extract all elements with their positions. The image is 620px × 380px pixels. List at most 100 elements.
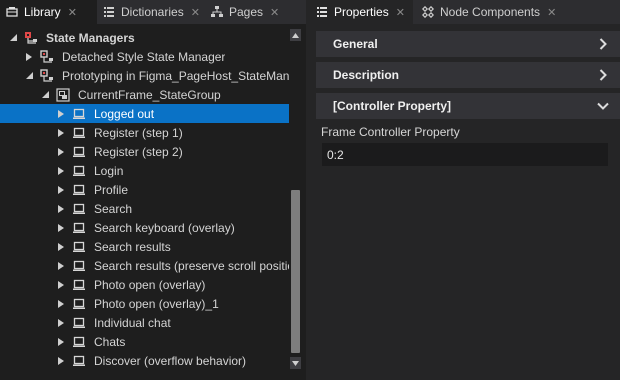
properties-panel: Properties ✕ Node Components ✕ General D… <box>310 0 620 380</box>
expand-arrow-collapsed-icon[interactable] <box>56 237 66 256</box>
expand-arrow-collapsed-icon[interactable] <box>24 47 34 66</box>
tree-item-label: Search results <box>94 239 171 254</box>
tree-item[interactable]: Logged out <box>0 104 289 123</box>
tree-item-label: Search <box>94 201 133 216</box>
scroll-up-icon[interactable] <box>290 29 301 41</box>
expand-arrow-collapsed-icon[interactable] <box>56 123 66 142</box>
components-icon <box>422 6 434 18</box>
section-description-label: Description <box>333 68 400 82</box>
tab-pages[interactable]: Pages ✕ <box>205 0 290 24</box>
tree-item[interactable]: Search keyboard (overlay) <box>0 218 289 237</box>
tree-item-label: CurrentFrame_StateGroup <box>78 87 221 102</box>
state-icon <box>72 123 86 142</box>
tree-item[interactable]: CurrentFrame_StateGroup <box>0 85 289 104</box>
close-icon[interactable]: ✕ <box>191 6 200 19</box>
close-icon[interactable]: ✕ <box>547 6 556 19</box>
expand-arrow-collapsed-icon[interactable] <box>56 180 66 199</box>
frame-controller-property-label: Frame Controller Property <box>321 125 460 139</box>
state-icon <box>72 294 86 313</box>
frame-controller-property-field[interactable]: 0:2 <box>322 143 608 166</box>
close-icon[interactable]: ✕ <box>396 6 405 19</box>
expand-arrow-collapsed-icon[interactable] <box>56 275 66 294</box>
chevron-right-icon <box>599 38 607 50</box>
tab-dictionaries[interactable]: Dictionaries ✕ <box>97 0 205 24</box>
expand-arrow-expanded-icon[interactable] <box>40 85 50 104</box>
sitemap-icon <box>211 6 223 18</box>
tree-item-label: Login <box>94 163 124 178</box>
state-icon <box>72 199 86 218</box>
section-controller-property-label: [Controller Property] <box>333 99 452 113</box>
tab-pages-label: Pages <box>229 5 264 19</box>
close-icon[interactable]: ✕ <box>68 6 77 19</box>
close-icon[interactable]: ✕ <box>270 6 279 19</box>
tab-library[interactable]: Library ✕ <box>0 0 97 24</box>
state-group-icon <box>56 85 70 104</box>
expand-arrow-expanded-icon[interactable] <box>24 66 34 85</box>
tree-item[interactable]: Prototyping in Figma_PageHost_StateManag… <box>0 66 289 85</box>
list-icon <box>103 6 115 18</box>
library-tree: State Managers Detached Style State Manag… <box>0 28 289 372</box>
expand-arrow-collapsed-icon[interactable] <box>56 351 66 370</box>
library-icon <box>6 6 18 18</box>
tree-item-label: Photo open (overlay)_1 <box>94 296 219 311</box>
expand-arrow-collapsed-icon[interactable] <box>56 294 66 313</box>
tree-item-label: Individual chat <box>94 315 171 330</box>
tree-item[interactable]: Individual chat <box>0 313 289 332</box>
chevron-down-icon <box>597 102 609 110</box>
tab-dictionaries-label: Dictionaries <box>121 5 184 19</box>
section-general[interactable]: General <box>316 31 620 57</box>
expand-arrow-collapsed-icon[interactable] <box>56 256 66 275</box>
expand-arrow-collapsed-icon[interactable] <box>56 332 66 351</box>
tree-item[interactable]: Profile <box>0 180 289 199</box>
state-icon <box>72 218 86 237</box>
expand-arrow-collapsed-icon[interactable] <box>56 199 66 218</box>
expand-arrow-collapsed-icon[interactable] <box>56 161 66 180</box>
tree-item[interactable]: Detached Style State Manager <box>0 47 289 66</box>
tree-item-label: Profile <box>94 182 129 197</box>
tree-item-label: Logged out <box>94 106 155 121</box>
tree-item-label: Register (step 2) <box>94 144 183 159</box>
state-icon <box>72 142 86 161</box>
expand-arrow-collapsed-icon[interactable] <box>56 104 66 123</box>
tree-item-label: Register (step 1) <box>94 125 183 140</box>
tab-properties[interactable]: Properties ✕ <box>310 0 413 24</box>
state-icon <box>72 180 86 199</box>
state-manager-icon <box>40 47 54 66</box>
tree-item[interactable]: Discover (overflow behavior) <box>0 351 289 370</box>
tree-scrollbar[interactable] <box>289 28 302 370</box>
right-tab-bar: Properties ✕ Node Components ✕ <box>310 0 620 24</box>
section-description[interactable]: Description <box>316 62 620 88</box>
section-controller-property[interactable]: [Controller Property] <box>316 93 620 119</box>
expand-arrow-expanded-icon[interactable] <box>8 28 18 47</box>
tree-item[interactable]: Register (step 2) <box>0 142 289 161</box>
chevron-right-icon <box>599 69 607 81</box>
tree-item[interactable]: Photo open (overlay)_1 <box>0 294 289 313</box>
tab-library-label: Library <box>24 5 61 19</box>
tree-item-label: Detached Style State Manager <box>62 49 226 64</box>
tree-item[interactable]: Search results (preserve scroll position… <box>0 256 289 275</box>
expand-arrow-collapsed-icon[interactable] <box>56 313 66 332</box>
tree-item[interactable]: Search results <box>0 237 289 256</box>
tree-item[interactable]: Chats <box>0 332 289 351</box>
tree-item-label: Prototyping in Figma_PageHost_StateManag… <box>62 68 289 83</box>
scroll-down-icon[interactable] <box>290 357 301 369</box>
tree-item[interactable]: Photo open (overlay) <box>0 275 289 294</box>
state-icon <box>72 237 86 256</box>
state-manager-folder-icon <box>24 28 38 47</box>
tab-properties-label: Properties <box>334 5 389 19</box>
tree-item-label: Chats <box>94 334 126 349</box>
state-icon <box>72 256 86 275</box>
tree-item[interactable]: State Managers <box>0 28 289 47</box>
expand-arrow-collapsed-icon[interactable] <box>56 142 66 161</box>
tab-node-components[interactable]: Node Components ✕ <box>416 0 568 24</box>
state-icon <box>72 161 86 180</box>
tree-item[interactable]: Login <box>0 161 289 180</box>
state-icon <box>72 313 86 332</box>
scrollbar-thumb[interactable] <box>291 189 300 353</box>
state-icon <box>72 351 86 370</box>
tree-item[interactable]: Search <box>0 199 289 218</box>
tree-item-label: Photo open (overlay) <box>94 277 206 292</box>
tree-item[interactable]: Register (step 1) <box>0 123 289 142</box>
expand-arrow-collapsed-icon[interactable] <box>56 218 66 237</box>
state-manager-icon <box>40 66 54 85</box>
